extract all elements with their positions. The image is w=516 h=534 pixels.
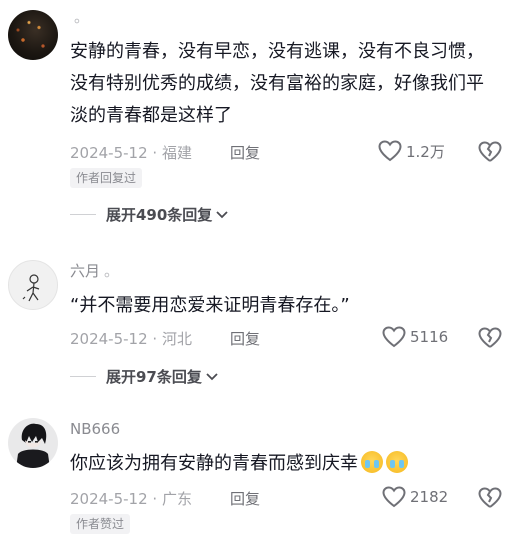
comment-text: 你应该为拥有安静的青春而感到庆幸 — [70, 448, 496, 480]
avatar[interactable] — [8, 260, 58, 310]
comment-meta: 2024-5-12 · 河北 — [70, 328, 192, 349]
divider — [70, 214, 96, 215]
divider — [70, 376, 96, 377]
like-count: 1.2万 — [406, 142, 445, 161]
meta-separator: · — [147, 490, 162, 508]
anime-avatar-icon — [16, 423, 50, 468]
heart-outline-icon — [382, 326, 406, 348]
heart-outline-icon — [378, 140, 402, 162]
author-liked-badge: 作者赞过 — [70, 514, 131, 534]
avatar[interactable] — [8, 10, 58, 60]
expand-replies-label: 展开97条回复 — [106, 368, 202, 386]
loudly-crying-emoji — [361, 451, 383, 473]
comment-text: 安静的青春，没有早恋，没有逃课，没有不良习惯，没有特别优秀的成绩，没有富裕的家庭… — [70, 41, 484, 126]
author-replied-badge: 作者回复过 — [70, 168, 143, 188]
expand-replies-button[interactable]: 展开97条回复 — [70, 366, 218, 387]
reply-button[interactable]: 回复 — [230, 328, 260, 349]
reply-button[interactable]: 回复 — [230, 488, 260, 509]
expand-replies-label: 展开490条回复 — [106, 206, 213, 224]
comment-author[interactable]: NB666 — [70, 420, 120, 438]
comment-date: 2024-5-12 — [70, 330, 148, 348]
heart-outline-icon — [382, 486, 406, 508]
comment-item: NB666 你应该为拥有安静的青春而感到庆幸 2024-5-12 · 广东 回复… — [0, 410, 516, 534]
broken-heart-icon[interactable] — [478, 141, 502, 163]
reply-button[interactable]: 回复 — [230, 142, 260, 163]
avatar[interactable] — [8, 418, 58, 468]
comment-item: 六月。 “并不需要用恋爱来证明青春存在。” 2024-5-12 · 河北 回复 … — [0, 250, 516, 400]
meta-separator: · — [147, 330, 162, 348]
comment-meta: 2024-5-12 · 广东 — [70, 488, 192, 509]
comment-date: 2024-5-12 — [70, 144, 148, 162]
like-button[interactable]: 5116 — [382, 326, 448, 348]
comment-date: 2024-5-12 — [70, 490, 148, 508]
chevron-down-icon — [206, 372, 218, 380]
broken-heart-icon[interactable] — [478, 327, 502, 349]
like-count: 5116 — [410, 328, 449, 346]
like-button[interactable]: 1.2万 — [378, 140, 445, 162]
chevron-down-icon — [216, 210, 228, 218]
comment-location: 福建 — [161, 144, 192, 162]
expand-replies-button[interactable]: 展开490条回复 — [70, 204, 228, 225]
comment-text: “并不需要用恋爱来证明青春存在。” — [70, 295, 350, 316]
like-count: 2182 — [410, 488, 449, 506]
sketch-figure-icon — [22, 274, 40, 302]
like-button[interactable]: 2182 — [382, 486, 448, 508]
comment-item: 。 安静的青春，没有早恋，没有逃课，没有不良习惯，没有特别优秀的成绩，没有富裕的… — [0, 0, 516, 240]
comment-author[interactable]: 。 — [70, 6, 90, 27]
comment-meta: 2024-5-12 · 福建 — [70, 142, 192, 163]
comment-location: 广东 — [161, 490, 192, 508]
comment-location: 河北 — [161, 330, 192, 348]
meta-separator: · — [147, 144, 162, 162]
loudly-crying-emoji — [386, 451, 408, 473]
broken-heart-icon[interactable] — [478, 487, 502, 509]
comment-author[interactable]: 六月。 — [70, 260, 120, 281]
